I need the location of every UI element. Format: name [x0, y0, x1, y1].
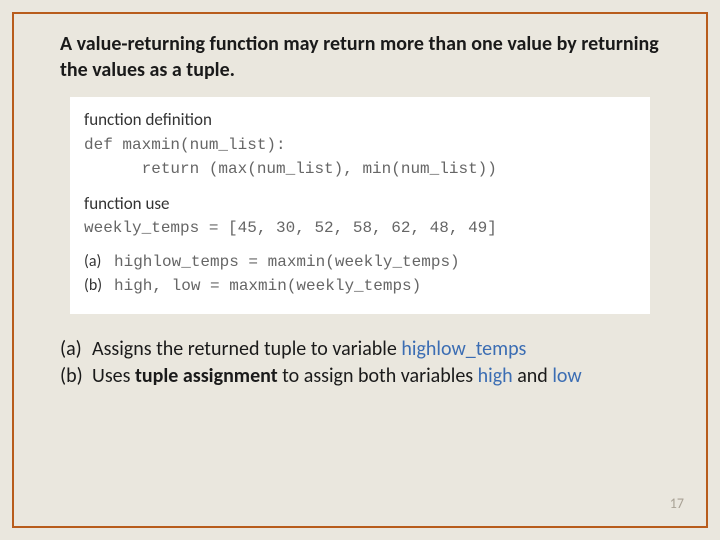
code-line-return: return (max(num_list), min(num_list))	[84, 157, 636, 181]
section-label-definition: function definition	[84, 107, 636, 133]
code-box: function definition def maxmin(num_list)…	[70, 97, 650, 314]
explain-text-a: Assigns the returned tuple to variable h…	[92, 336, 526, 363]
page-number: 17	[670, 495, 684, 512]
code-line-weekly: weekly_temps = [45, 30, 52, 58, 62, 48, …	[84, 216, 636, 240]
explain-b-mid: to assign both variables	[278, 364, 478, 388]
explain-row-a: (a) Assigns the returned tuple to variab…	[60, 336, 666, 363]
section-label-use: function use	[84, 191, 636, 217]
code-line-a: highlow_temps = maxmin(weekly_temps)	[114, 250, 460, 274]
code-row-b: (b) high, low = maxmin(weekly_temps)	[84, 274, 636, 298]
explain-b-and: and	[513, 364, 553, 388]
headline-text: A value-returning function may return mo…	[60, 32, 666, 83]
explanation-block: (a) Assigns the returned tuple to variab…	[60, 336, 666, 390]
explain-row-b: (b) Uses tuple assignment to assign both…	[60, 363, 666, 390]
code-tag-a: (a)	[84, 250, 114, 274]
explain-a-prefix: Assigns the returned tuple to variable	[92, 337, 401, 361]
explain-label-b: (b)	[60, 363, 92, 390]
code-row-a: (a) highlow_temps = maxmin(weekly_temps)	[84, 250, 636, 274]
code-tag-b: (b)	[84, 274, 114, 298]
code-line-def: def maxmin(num_list):	[84, 133, 636, 157]
explain-b-prefix: Uses	[92, 364, 135, 388]
highlight-low: low	[552, 364, 581, 388]
highlight-high: high	[478, 364, 513, 388]
explain-text-b: Uses tuple assignment to assign both var…	[92, 363, 582, 390]
bold-tuple-assignment: tuple assignment	[135, 364, 278, 388]
explain-label-a: (a)	[60, 336, 92, 363]
code-line-b: high, low = maxmin(weekly_temps)	[114, 274, 421, 298]
slide-content: A value-returning function may return mo…	[24, 24, 696, 516]
highlight-highlow-temps: highlow_temps	[401, 337, 526, 361]
